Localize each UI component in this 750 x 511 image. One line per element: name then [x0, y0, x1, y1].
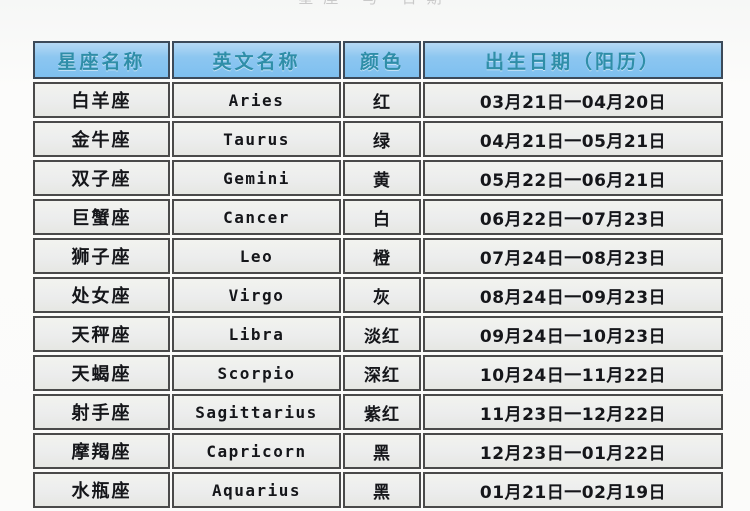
column-header-english: 英文名称 [172, 41, 341, 79]
cell-sign-name: 巨蟹座 [33, 199, 170, 235]
table-row: 金牛座 Taurus 绿 04月21日一05月21日 [33, 121, 723, 157]
cell-sign-date: 06月22日一07月23日 [423, 199, 723, 235]
top-cut-text: 星座 与 日期 [0, 0, 750, 8]
table-row: 水瓶座 Aquarius 黑 01月21日一02月19日 [33, 472, 723, 508]
cell-sign-name: 双子座 [33, 160, 170, 196]
cell-sign-date: 05月22日一06月21日 [423, 160, 723, 196]
table-header: 星座名称 英文名称 颜色 出生日期（阳历） [33, 41, 723, 79]
cell-sign-name: 水瓶座 [33, 472, 170, 508]
cell-sign-english: Libra [172, 316, 341, 352]
table-row: 狮子座 Leo 橙 07月24日一08月23日 [33, 238, 723, 274]
cell-sign-color: 黄 [343, 160, 421, 196]
cell-sign-name: 狮子座 [33, 238, 170, 274]
cell-sign-color: 绿 [343, 121, 421, 157]
cell-sign-color: 紫红 [343, 394, 421, 430]
cell-sign-name: 射手座 [33, 394, 170, 430]
cell-sign-english: Capricorn [172, 433, 341, 469]
cell-sign-english: Taurus [172, 121, 341, 157]
cell-sign-english: Virgo [172, 277, 341, 313]
cell-sign-name: 处女座 [33, 277, 170, 313]
cell-sign-name: 天秤座 [33, 316, 170, 352]
cell-sign-date: 03月21日一04月20日 [423, 82, 723, 118]
table-row: 巨蟹座 Cancer 白 06月22日一07月23日 [33, 199, 723, 235]
cell-sign-color: 白 [343, 199, 421, 235]
table-row: 射手座 Sagittarius 紫红 11月23日一12月22日 [33, 394, 723, 430]
cell-sign-english: Scorpio [172, 355, 341, 391]
table-row: 双子座 Gemini 黄 05月22日一06月21日 [33, 160, 723, 196]
cell-sign-color: 橙 [343, 238, 421, 274]
cell-sign-color: 黑 [343, 472, 421, 508]
cell-sign-date: 12月23日一01月22日 [423, 433, 723, 469]
table-body: 白羊座 Aries 红 03月21日一04月20日 金牛座 Taurus 绿 0… [33, 82, 723, 508]
table-row: 白羊座 Aries 红 03月21日一04月20日 [33, 82, 723, 118]
cell-sign-name: 摩羯座 [33, 433, 170, 469]
cell-sign-english: Aries [172, 82, 341, 118]
cell-sign-date: 10月24日一11月22日 [423, 355, 723, 391]
cell-sign-name: 白羊座 [33, 82, 170, 118]
cell-sign-english: Aquarius [172, 472, 341, 508]
top-cut-text-sliver: 星座 与 日期 [0, 0, 750, 9]
cell-sign-english: Gemini [172, 160, 341, 196]
cell-sign-english: Cancer [172, 199, 341, 235]
cell-sign-color: 黑 [343, 433, 421, 469]
table-row: 天秤座 Libra 淡红 09月24日一10月23日 [33, 316, 723, 352]
zodiac-table-container: 星座名称 英文名称 颜色 出生日期（阳历） 白羊座 Aries 红 03月21日… [31, 38, 723, 511]
table-row: 摩羯座 Capricorn 黑 12月23日一01月22日 [33, 433, 723, 469]
column-header-name: 星座名称 [33, 41, 170, 79]
cell-sign-english: Sagittarius [172, 394, 341, 430]
cell-sign-date: 04月21日一05月21日 [423, 121, 723, 157]
zodiac-table: 星座名称 英文名称 颜色 出生日期（阳历） 白羊座 Aries 红 03月21日… [31, 38, 725, 511]
table-row: 天蝎座 Scorpio 深红 10月24日一11月22日 [33, 355, 723, 391]
column-header-date: 出生日期（阳历） [423, 41, 723, 79]
cell-sign-color: 淡红 [343, 316, 421, 352]
cell-sign-date: 01月21日一02月19日 [423, 472, 723, 508]
page-root: 星座 与 日期 星座名称 英文名称 颜色 出生日期（阳历） 白羊座 [0, 0, 750, 508]
cell-sign-date: 07月24日一08月23日 [423, 238, 723, 274]
cell-sign-date: 09月24日一10月23日 [423, 316, 723, 352]
cell-sign-date: 08月24日一09月23日 [423, 277, 723, 313]
table-row: 处女座 Virgo 灰 08月24日一09月23日 [33, 277, 723, 313]
column-header-color: 颜色 [343, 41, 421, 79]
cell-sign-name: 金牛座 [33, 121, 170, 157]
cell-sign-date: 11月23日一12月22日 [423, 394, 723, 430]
cell-sign-color: 红 [343, 82, 421, 118]
cell-sign-name: 天蝎座 [33, 355, 170, 391]
table-header-row: 星座名称 英文名称 颜色 出生日期（阳历） [33, 41, 723, 79]
cell-sign-color: 深红 [343, 355, 421, 391]
cell-sign-color: 灰 [343, 277, 421, 313]
cell-sign-english: Leo [172, 238, 341, 274]
